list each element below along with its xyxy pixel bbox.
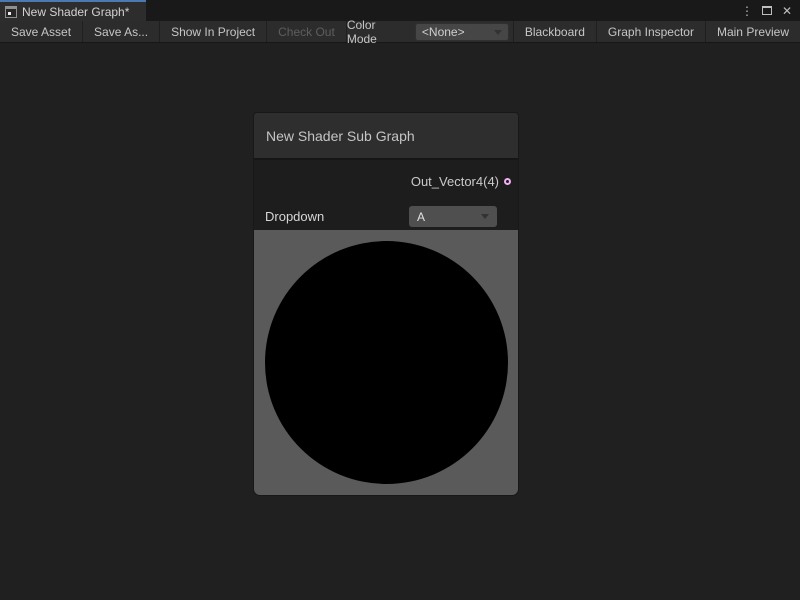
chevron-down-icon (494, 30, 502, 35)
node-body: Out_Vector4(4) Dropdown A (254, 160, 518, 230)
color-mode-value: <None> (422, 25, 465, 39)
show-in-project-button[interactable]: Show In Project (160, 21, 267, 42)
color-mode-label: Color Mode (347, 21, 415, 42)
preview-sphere (265, 241, 508, 484)
check-out-button[interactable]: Check Out (267, 21, 347, 42)
main-preview-button[interactable]: Main Preview (705, 21, 800, 42)
blackboard-button[interactable]: Blackboard (513, 21, 596, 42)
node-preview (254, 230, 518, 495)
node-dropdown[interactable]: A (409, 206, 497, 227)
subgraph-output-node[interactable]: New Shader Sub Graph Out_Vector4(4) Drop… (254, 113, 518, 495)
save-asset-button[interactable]: Save Asset (0, 21, 83, 42)
output-port[interactable] (504, 178, 511, 185)
node-dropdown-value: A (417, 210, 425, 224)
window-menu-icon[interactable]: ⋮ (741, 5, 753, 17)
output-port-row: Out_Vector4(4) (254, 160, 518, 203)
tab-title: New Shader Graph* (22, 5, 129, 19)
shader-graph-icon (5, 6, 17, 18)
toolbar: Save Asset Save As... Show In Project Ch… (0, 21, 800, 43)
node-title-bar: New Shader Sub Graph (254, 113, 518, 160)
maximize-icon[interactable] (762, 6, 772, 15)
close-icon[interactable]: ✕ (781, 5, 793, 17)
graph-canvas[interactable]: New Shader Sub Graph Out_Vector4(4) Drop… (0, 43, 800, 600)
dropdown-control-row: Dropdown A (254, 203, 518, 230)
document-tab[interactable]: New Shader Graph* (0, 0, 146, 21)
chevron-down-icon (481, 214, 489, 219)
node-title: New Shader Sub Graph (266, 128, 415, 144)
dropdown-label: Dropdown (265, 209, 324, 224)
output-port-label: Out_Vector4(4) (411, 174, 499, 189)
color-mode-dropdown[interactable]: <None> (415, 23, 509, 41)
window-controls: ⋮ ✕ (741, 0, 800, 21)
graph-inspector-button[interactable]: Graph Inspector (596, 21, 705, 42)
save-as-button[interactable]: Save As... (83, 21, 160, 42)
